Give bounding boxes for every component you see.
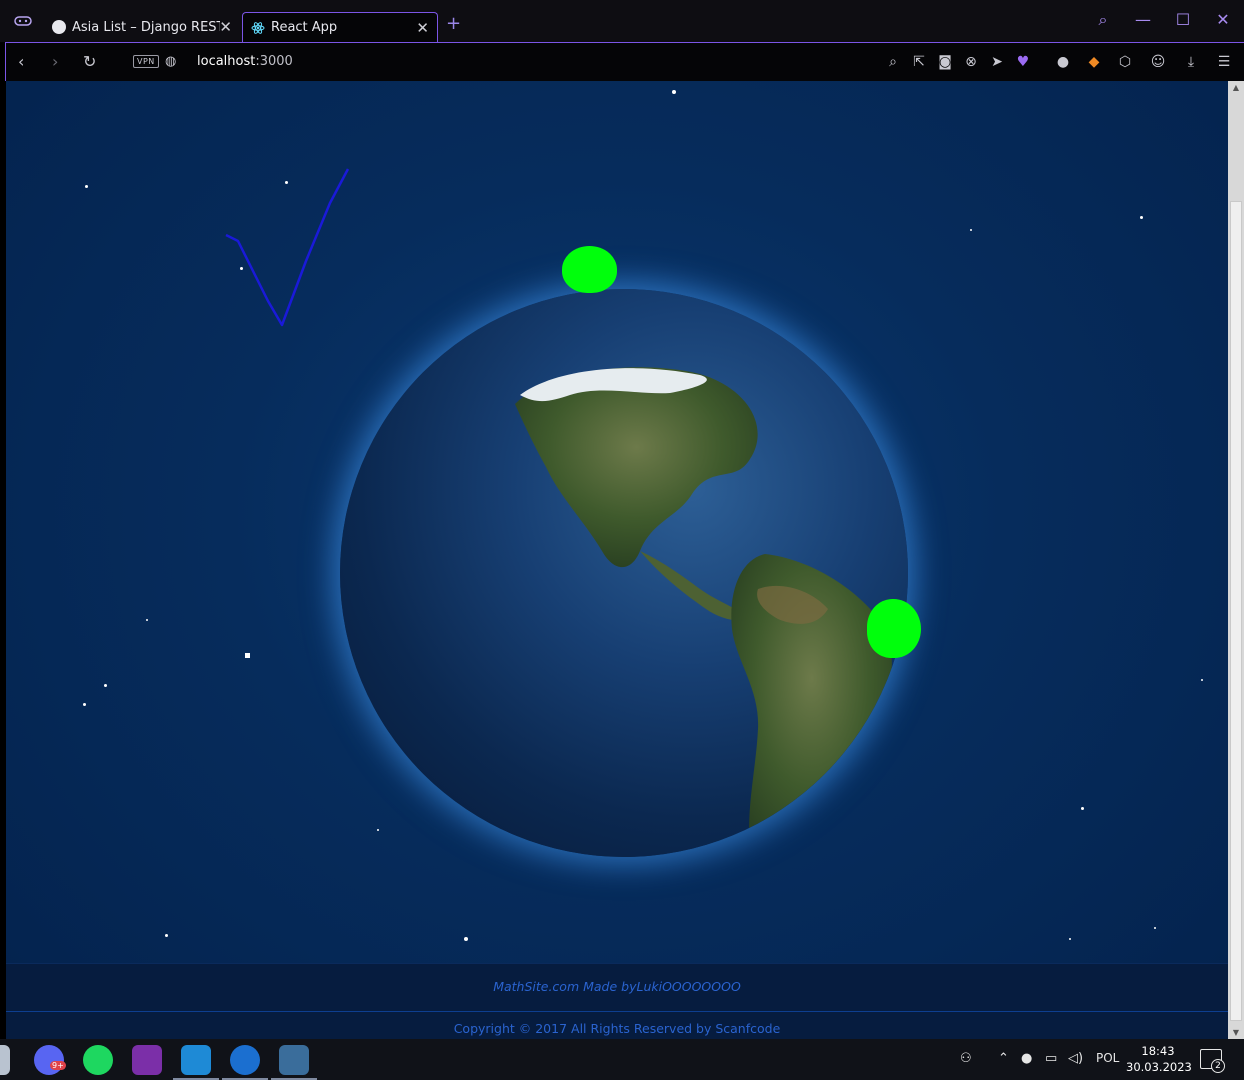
earth-globe[interactable]: [340, 289, 908, 857]
bing-icon[interactable]: [222, 1045, 268, 1080]
tab-react-app[interactable]: React App ✕: [242, 12, 438, 42]
copyright-text: Copyright © 2017 All Rights Reserved by …: [453, 1021, 781, 1036]
location-marker[interactable]: [562, 246, 617, 293]
tab-title: Asia List – Django REST fra: [72, 19, 220, 35]
search-tabs-icon[interactable]: ⌕: [1093, 10, 1113, 30]
menu-icon[interactable]: ☰: [1215, 53, 1233, 71]
mysql-workbench-icon[interactable]: [271, 1045, 317, 1080]
vpn-badge[interactable]: VPN: [133, 55, 159, 68]
maximize-button[interactable]: ☐: [1173, 10, 1193, 29]
minimize-button[interactable]: —: [1133, 10, 1153, 29]
send-icon[interactable]: ➤: [988, 53, 1006, 71]
volume-icon[interactable]: ◁): [1068, 1051, 1083, 1066]
hand-drawn-check-mark: [225, 168, 350, 327]
star: [245, 653, 250, 658]
globe-favicon-icon: [52, 20, 66, 34]
star: [1154, 927, 1156, 929]
url-field[interactable]: localhost:3000: [197, 54, 293, 69]
scroll-up-arrow-icon[interactable]: ▲: [1231, 83, 1241, 92]
page-viewport: MathSite.com Made byLukiOOOOOOOO Copyrig…: [6, 81, 1228, 1039]
star: [970, 229, 972, 231]
spotify-icon[interactable]: [83, 1045, 113, 1075]
footer-divider: [6, 1011, 1228, 1012]
reload-icon[interactable]: ↻: [83, 52, 96, 71]
gamepad-icon[interactable]: [14, 14, 32, 28]
share-icon[interactable]: ⇱: [910, 53, 928, 71]
tab-asia-list[interactable]: Asia List – Django REST fra ✕: [44, 12, 240, 42]
star: [1069, 938, 1071, 940]
forward-icon[interactable]: ›: [52, 52, 58, 71]
star: [165, 934, 168, 937]
star: [146, 619, 148, 621]
cube-icon[interactable]: ⬡: [1116, 53, 1134, 71]
star: [672, 90, 676, 94]
star: [464, 937, 468, 941]
made-by-text: MathSite.com Made byLukiOOOOOOOO: [493, 979, 741, 994]
url-port: :3000: [255, 54, 293, 69]
site-info-icon[interactable]: ◍: [165, 54, 176, 69]
heart-icon[interactable]: ♥: [1014, 53, 1032, 71]
windows-taskbar: 9+ ⚇ ⌃ ● ▭ ◁) POL 18:43 30.03.2023 2: [0, 1039, 1244, 1080]
clock-date: 30.03.2023: [1126, 1060, 1192, 1074]
close-window-button[interactable]: ✕: [1213, 10, 1233, 29]
scrollbar-thumb[interactable]: [1230, 201, 1242, 1021]
url-host: localhost: [197, 54, 256, 69]
page-footer: MathSite.com Made byLukiOOOOOOOO Copyrig…: [6, 963, 1228, 1039]
profile-icon[interactable]: ☺: [1149, 53, 1167, 71]
new-tab-button[interactable]: +: [446, 13, 461, 34]
system-clock[interactable]: 18:43 30.03.2023: [1126, 1043, 1192, 1075]
discord-tray-icon[interactable]: ●: [1021, 1051, 1032, 1066]
star: [83, 703, 86, 706]
adblock-icon[interactable]: ⊗: [962, 53, 980, 71]
close-tab-icon[interactable]: ✕: [219, 18, 232, 36]
download-icon[interactable]: ⤓: [1182, 53, 1200, 71]
extension-status-icon[interactable]: ●: [1054, 53, 1072, 71]
camera-icon[interactable]: ◙: [936, 53, 954, 71]
search-page-icon[interactable]: ⌕: [884, 53, 902, 71]
close-tab-icon[interactable]: ✕: [416, 19, 429, 37]
location-marker[interactable]: [867, 599, 921, 658]
star: [1140, 216, 1143, 219]
notification-count: 2: [1211, 1059, 1225, 1073]
discord-icon[interactable]: 9+: [34, 1045, 66, 1075]
star: [377, 829, 379, 831]
start-app-icon[interactable]: [0, 1045, 10, 1075]
metamask-icon[interactable]: ◆: [1085, 53, 1103, 71]
address-bar: ‹ › ↻ VPN ◍ localhost:3000 ⌕ ⇱ ◙ ⊗ ➤ ♥ ●…: [5, 42, 1244, 81]
tab-bar: Asia List – Django REST fra ✕ React App …: [0, 0, 1244, 42]
browser-window: Asia List – Django REST fra ✕ React App …: [0, 0, 1244, 1080]
tray-expand-icon[interactable]: ⌃: [998, 1051, 1009, 1066]
vscode-icon[interactable]: [173, 1045, 219, 1080]
continents-map: [515, 367, 892, 857]
star: [104, 684, 107, 687]
people-icon[interactable]: ⚇: [960, 1051, 972, 1066]
vertical-scrollbar[interactable]: ▲ ▼: [1228, 81, 1244, 1039]
star: [1201, 679, 1203, 681]
back-icon[interactable]: ‹: [18, 52, 24, 71]
tab-title: React App: [271, 20, 338, 35]
onenote-icon[interactable]: [132, 1045, 162, 1075]
clock-time: 18:43: [1141, 1044, 1175, 1058]
star: [1081, 807, 1084, 810]
scroll-down-arrow-icon[interactable]: ▼: [1231, 1028, 1241, 1037]
discord-badge: 9+: [50, 1061, 66, 1070]
react-favicon-icon: [251, 21, 265, 35]
network-icon[interactable]: ▭: [1045, 1051, 1057, 1066]
language-indicator[interactable]: POL: [1096, 1051, 1119, 1065]
